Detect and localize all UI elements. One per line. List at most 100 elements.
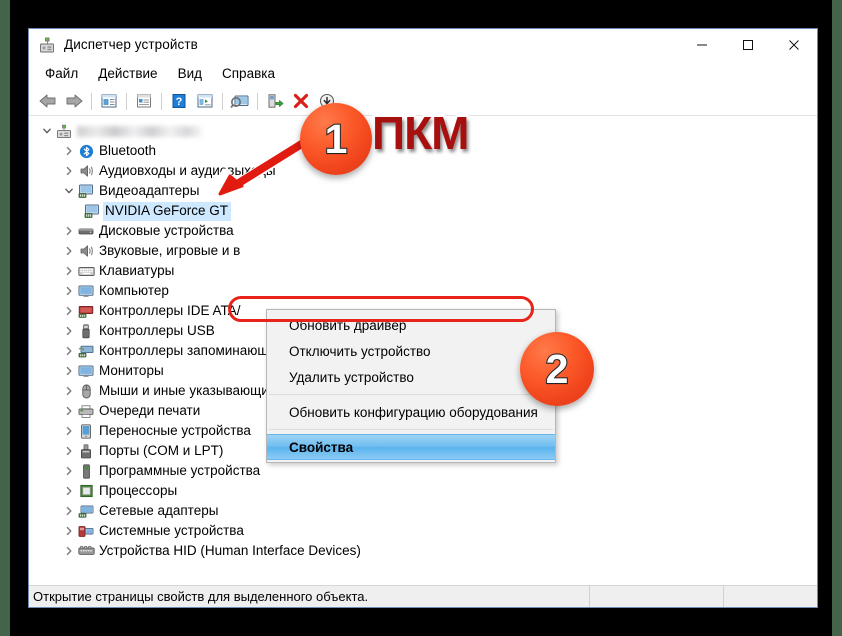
desktop-edge-left: [0, 0, 10, 636]
chevron-right-icon[interactable]: [61, 143, 77, 159]
chevron-right-icon[interactable]: [61, 383, 77, 399]
tree-item-label: Программные устройства: [99, 463, 261, 478]
maximize-button[interactable]: [725, 29, 771, 60]
chevron-right-icon[interactable]: [61, 363, 77, 379]
window-title: Диспетчер устройств: [64, 37, 198, 52]
tree-item-label: Bluetooth: [99, 143, 157, 158]
step-badge-2: 2: [520, 332, 594, 406]
chevron-down-icon[interactable]: [61, 183, 77, 199]
status-cell-2: [590, 586, 723, 607]
context-menu-item-properties[interactable]: Свойства: [267, 434, 555, 460]
port-icon: [77, 443, 95, 459]
software-device-icon: [77, 463, 95, 479]
tree-item-hid-devices[interactable]: Устройства HID (Human Interface Devices): [29, 541, 817, 561]
tree-item-nvidia-geforce[interactable]: NVIDIA GeForce GT: [29, 201, 817, 221]
tree-item-computer[interactable]: Компьютер: [29, 281, 817, 301]
menu-file[interactable]: Файл: [35, 63, 88, 84]
chevron-right-icon[interactable]: [61, 303, 77, 319]
display-adapter-icon: [83, 203, 101, 219]
desktop-edge-right: [832, 0, 842, 636]
minimize-button[interactable]: [679, 29, 725, 60]
disk-drive-icon: [77, 223, 95, 239]
status-text: Открытие страницы свойств для выделенног…: [33, 589, 369, 604]
menu-bar: Файл Действие Вид Справка: [29, 60, 817, 87]
status-cell-3: [724, 586, 817, 607]
tree-item-label: Очереди печати: [99, 403, 201, 418]
chevron-right-icon[interactable]: [61, 163, 77, 179]
step-badge-1: 1: [300, 103, 372, 175]
chevron-right-icon[interactable]: [61, 523, 77, 539]
tree-item-keyboards[interactable]: Клавиатуры: [29, 261, 817, 281]
tree-item-software-devices[interactable]: Программные устройства: [29, 461, 817, 481]
tree-item-disk-drives[interactable]: Дисковые устройства: [29, 221, 817, 241]
chevron-right-icon[interactable]: [61, 443, 77, 459]
chevron-right-icon[interactable]: [61, 503, 77, 519]
chevron-right-icon[interactable]: [61, 243, 77, 259]
tree-item-sound-video-game[interactable]: Звуковые, игровые и в: [29, 241, 817, 261]
processor-icon: [77, 483, 95, 499]
device-tree-panel[interactable]: Bluetooth Аудиовходы и аудиовыходы Видео…: [29, 116, 817, 607]
usb-icon: [77, 323, 95, 339]
scan-hardware-changes-icon[interactable]: [227, 89, 253, 113]
context-menu[interactable]: Обновить драйвер Отключить устройство Уд…: [266, 309, 556, 463]
device-manager-icon: [38, 36, 56, 54]
toolbar-separator: [126, 92, 127, 110]
audio-icon: [77, 243, 95, 259]
chevron-right-icon[interactable]: [61, 223, 77, 239]
show-hidden-devices-icon[interactable]: [131, 89, 157, 113]
chevron-right-icon[interactable]: [61, 323, 77, 339]
toolbar-separator: [222, 92, 223, 110]
chevron-down-icon[interactable]: [39, 123, 55, 139]
tree-item-network-adapters[interactable]: Сетевые адаптеры: [29, 501, 817, 521]
tree-item-label: Видеоадаптеры: [99, 183, 200, 198]
menu-help[interactable]: Справка: [212, 63, 285, 84]
chevron-right-icon[interactable]: [61, 463, 77, 479]
chevron-right-icon[interactable]: [61, 343, 77, 359]
tree-item-display-adapters[interactable]: Видеоадаптеры: [29, 181, 817, 201]
forward-icon[interactable]: [61, 89, 87, 113]
tree-item-system-devices[interactable]: Системные устройства: [29, 521, 817, 541]
tree-item-audio-inputs-outputs[interactable]: Аудиовходы и аудиовыходы: [29, 161, 817, 181]
network-adapter-icon: [77, 503, 95, 519]
uninstall-device-icon[interactable]: [288, 89, 314, 113]
tree-item-label: Порты (COM и LPT): [99, 443, 224, 458]
context-menu-item-disable-device[interactable]: Отключить устройство: [267, 338, 555, 364]
tree-item-label-selected: NVIDIA GeForce GT: [103, 201, 232, 221]
tree-item-processors[interactable]: Процессоры: [29, 481, 817, 501]
tree-item-label: Аудиовходы и аудиовыходы: [99, 163, 276, 178]
menu-action[interactable]: Действие: [88, 63, 167, 84]
tree-item-label: Мониторы: [99, 363, 164, 378]
tree-item-label: Клавиатуры: [99, 263, 175, 278]
update-driver-icon[interactable]: [262, 89, 288, 113]
toolbar-separator: [161, 92, 162, 110]
portable-device-icon: [77, 423, 95, 439]
right-click-hint-label: ПКМ: [369, 107, 471, 159]
properties-window-icon[interactable]: [96, 89, 122, 113]
tree-item-label: Компьютер: [99, 283, 169, 298]
chevron-right-icon[interactable]: [61, 283, 77, 299]
step-badge-1-label: 1: [324, 114, 349, 162]
context-menu-item-uninstall-device[interactable]: Удалить устройство: [267, 364, 555, 390]
chevron-right-icon[interactable]: [61, 423, 77, 439]
tree-item-label: Устройства HID (Human Interface Devices): [99, 543, 361, 558]
close-button[interactable]: [771, 29, 817, 60]
menu-view[interactable]: Вид: [168, 63, 212, 84]
context-menu-separator: [269, 429, 553, 430]
svg-text:?: ?: [176, 96, 183, 108]
storage-controller-icon: [77, 343, 95, 359]
context-menu-item-update-driver[interactable]: Обновить драйвер: [267, 312, 555, 338]
tree-item-label: Звуковые, игровые и в: [99, 243, 241, 258]
chevron-right-icon[interactable]: [61, 403, 77, 419]
chevron-right-icon[interactable]: [61, 483, 77, 499]
context-menu-item-scan-hardware-changes[interactable]: Обновить конфигурацию оборудования: [267, 399, 555, 425]
back-icon[interactable]: [35, 89, 61, 113]
tree-item-label: Контроллеры USB: [99, 323, 215, 338]
help-icon[interactable]: ?: [166, 89, 192, 113]
chevron-right-icon[interactable]: [61, 263, 77, 279]
computer-icon: [55, 123, 73, 139]
bluetooth-icon: [77, 143, 95, 159]
chevron-right-icon[interactable]: [61, 543, 77, 559]
device-properties-icon[interactable]: [192, 89, 218, 113]
keyboard-icon: [77, 263, 95, 279]
tree-item-label: Контроллеры IDE ATA/: [99, 303, 241, 318]
